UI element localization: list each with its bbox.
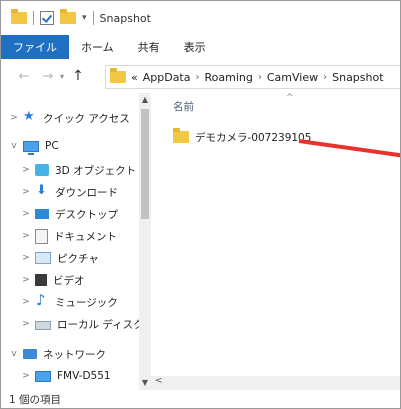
quick-access-toolbar: ▾ Snapshot xyxy=(1,9,151,25)
sidebar-item-label: ミュージック xyxy=(55,296,118,309)
chevron-right-icon[interactable]: › xyxy=(258,72,262,83)
scroll-down-icon[interactable]: ▼ xyxy=(139,378,151,387)
sidebar-item-label: ビデオ xyxy=(53,274,85,287)
document-icon xyxy=(35,228,48,244)
forward-arrow-icon[interactable]: → xyxy=(39,69,57,84)
sidebar-item-desktop[interactable]: > デスクトップ xyxy=(21,203,118,225)
folder-icon xyxy=(173,128,189,143)
back-arrow-icon[interactable]: ← xyxy=(15,69,33,84)
sidebar-item-label: 3D オブジェクト xyxy=(55,164,137,177)
drive-icon xyxy=(35,320,51,330)
sidebar-item-label: ネットワーク xyxy=(43,348,106,361)
expand-icon[interactable]: > xyxy=(21,319,31,329)
sidebar-item-label: デスクトップ xyxy=(55,208,118,221)
breadcrumb-item[interactable]: Roaming xyxy=(205,71,253,84)
divider xyxy=(33,11,34,25)
chevron-right-icon[interactable]: › xyxy=(196,72,200,83)
expand-icon[interactable]: > xyxy=(21,297,31,307)
video-icon xyxy=(35,274,47,286)
sidebar-item-documents[interactable]: > ドキュメント xyxy=(21,225,117,247)
star-icon xyxy=(23,109,37,124)
expand-icon[interactable]: > xyxy=(21,275,31,285)
collapse-icon[interactable]: v xyxy=(9,349,19,359)
expand-icon[interactable]: > xyxy=(21,165,31,175)
music-icon xyxy=(35,291,49,309)
breadcrumb-item[interactable]: Snapshot xyxy=(332,71,383,84)
properties-icon[interactable] xyxy=(40,11,54,25)
network-icon xyxy=(23,349,37,359)
nav-pane-scrollbar[interactable]: ▲ ▼ xyxy=(139,93,151,390)
breadcrumb-overflow[interactable]: « xyxy=(131,71,138,84)
column-header-name[interactable]: 名前 xyxy=(173,99,194,114)
breadcrumb-item[interactable]: AppData xyxy=(143,71,191,84)
navigation-pane: > クイック アクセス v PC > 3D オブジェクト > ダウンロード > … xyxy=(1,93,158,390)
sidebar-item-local-disk[interactable]: > ローカル ディスク (C xyxy=(21,313,158,335)
expand-icon[interactable]: > xyxy=(9,113,19,123)
expand-icon[interactable]: > xyxy=(21,371,31,381)
tab-share[interactable]: 共有 xyxy=(126,35,172,59)
sidebar-item-quick-access[interactable]: > クイック アクセス xyxy=(9,107,130,129)
desktop-icon xyxy=(35,209,49,219)
sidebar-item-label: ピクチャ xyxy=(57,252,99,265)
pc-icon xyxy=(23,140,39,155)
expand-icon[interactable]: > xyxy=(21,231,31,241)
item-count: 1 個の項目 xyxy=(9,393,62,406)
navigation-bar: ← → ▾ ↑ « AppData › Roaming › CamView › … xyxy=(1,59,400,93)
sidebar-item-label: ダウンロード xyxy=(55,186,118,199)
list-item[interactable]: デモカメラ-007239105 xyxy=(173,127,311,147)
computer-icon xyxy=(35,370,51,382)
sidebar-item-downloads[interactable]: > ダウンロード xyxy=(21,181,118,203)
sidebar-item-fmv-d551[interactable]: > FMV-D551 xyxy=(21,365,111,387)
file-list: ^ 名前 デモカメラ-007239105 xyxy=(151,93,400,390)
sidebar-item-pc[interactable]: v PC xyxy=(9,135,59,157)
collapse-icon[interactable]: v xyxy=(9,141,19,151)
chevron-right-icon[interactable]: › xyxy=(323,72,327,83)
title-bar: ▾ Snapshot xyxy=(1,1,400,35)
sidebar-item-network[interactable]: v ネットワーク xyxy=(9,343,106,365)
tab-home[interactable]: ホーム xyxy=(69,35,126,59)
new-folder-icon[interactable] xyxy=(60,9,76,24)
sidebar-item-label: PC xyxy=(45,140,59,152)
explorer-window: ▾ Snapshot ファイル ホーム 共有 表示 ← → ▾ ↑ « AppD… xyxy=(0,0,401,409)
horizontal-scrollbar[interactable]: < xyxy=(151,376,400,390)
recent-locations-icon[interactable]: ▾ xyxy=(57,72,67,81)
expand-icon[interactable]: > xyxy=(21,253,31,263)
sidebar-item-3d-objects[interactable]: > 3D オブジェクト xyxy=(21,159,136,181)
ribbon-tabs: ファイル ホーム 共有 表示 xyxy=(1,35,400,60)
pictures-icon xyxy=(35,252,51,264)
sidebar-item-label: ドキュメント xyxy=(54,230,117,243)
scroll-up-icon[interactable]: ▲ xyxy=(139,95,151,104)
sidebar-item-label: クイック アクセス xyxy=(43,112,130,125)
tab-file[interactable]: ファイル xyxy=(1,35,69,59)
divider xyxy=(92,11,94,25)
breadcrumb-item[interactable]: CamView xyxy=(267,71,318,84)
status-bar: 1 個の項目 xyxy=(1,390,400,408)
file-name: デモカメラ-007239105 xyxy=(195,131,312,144)
scroll-left-icon[interactable]: < xyxy=(155,376,163,386)
download-icon xyxy=(35,183,49,198)
window-title: Snapshot xyxy=(99,11,151,25)
sidebar-item-label: FMV-D551 xyxy=(57,370,111,382)
3d-objects-icon xyxy=(35,164,49,176)
sidebar-item-music[interactable]: > ミュージック xyxy=(21,291,118,313)
folder-icon xyxy=(110,68,126,83)
address-bar[interactable]: « AppData › Roaming › CamView › Snapshot xyxy=(105,65,400,89)
folder-icon xyxy=(11,9,27,24)
customize-toolbar-icon[interactable]: ▾ xyxy=(82,13,87,23)
scrollbar-thumb[interactable] xyxy=(141,109,149,219)
expand-icon[interactable]: > xyxy=(21,187,31,197)
tab-view[interactable]: 表示 xyxy=(172,35,218,59)
sidebar-item-videos[interactable]: > ビデオ xyxy=(21,269,85,291)
sort-ascending-icon: ^ xyxy=(286,93,294,103)
expand-icon[interactable]: > xyxy=(21,209,31,219)
sidebar-item-pictures[interactable]: > ピクチャ xyxy=(21,247,99,269)
up-arrow-icon[interactable]: ↑ xyxy=(69,68,87,84)
